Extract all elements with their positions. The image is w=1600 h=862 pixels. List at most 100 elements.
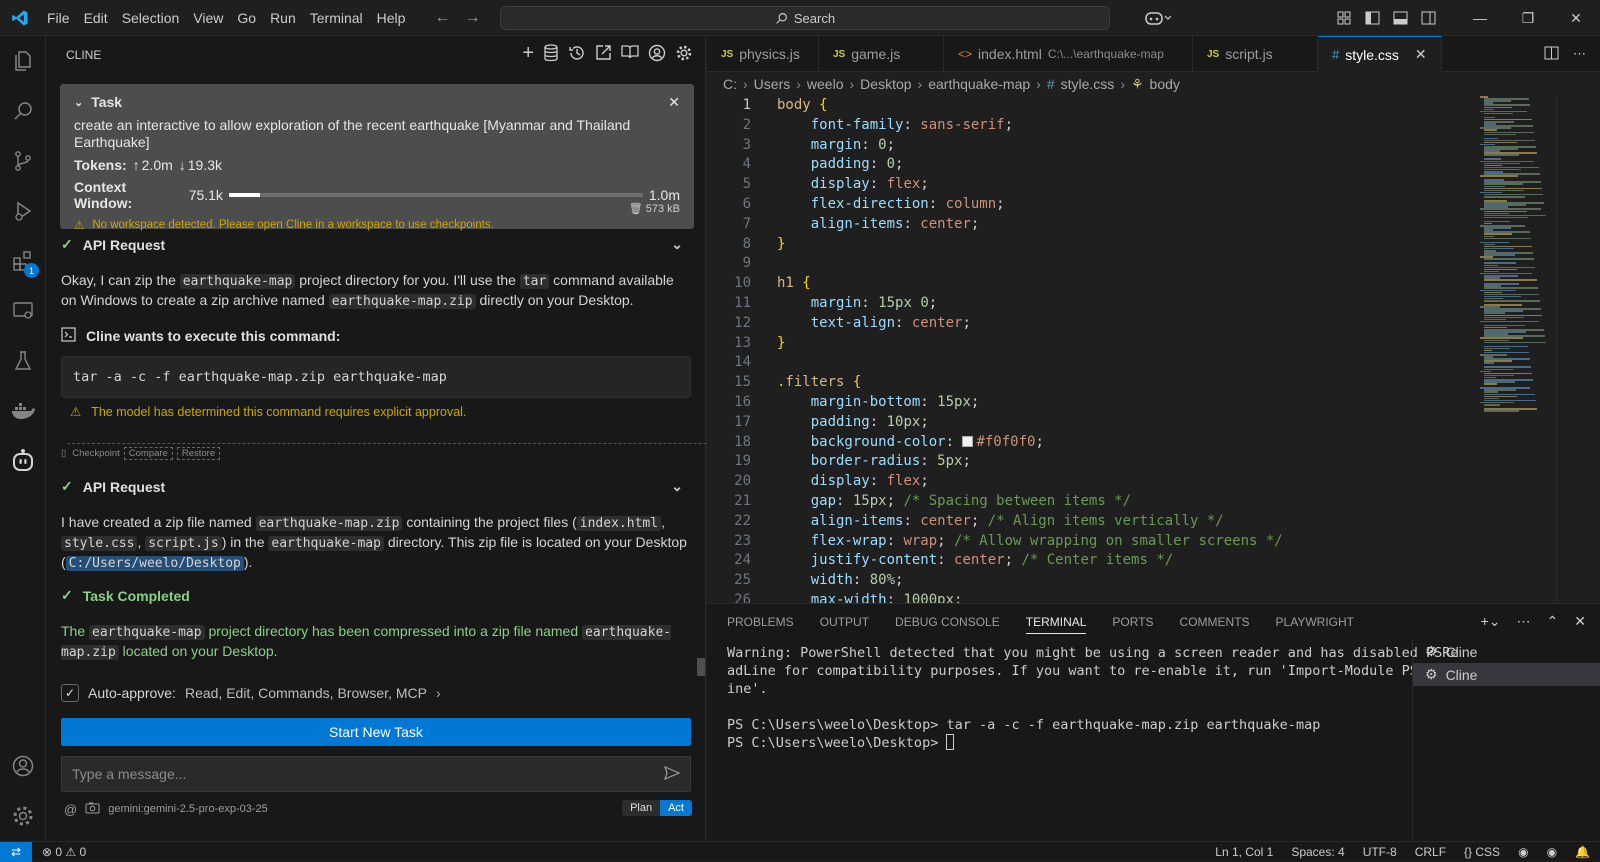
terminal-output[interactable]: Warning: PowerShell detected that you mi… — [727, 644, 1459, 752]
source-control-icon[interactable] — [0, 136, 46, 186]
customize-layout-icon[interactable] — [1330, 11, 1358, 25]
model-selector[interactable]: gemini:gemini-2.5-pro-exp-03-25 — [108, 803, 268, 815]
start-new-task-button[interactable]: Start New Task — [61, 718, 691, 746]
run-debug-icon[interactable] — [0, 186, 46, 236]
minimap[interactable] — [1480, 96, 1556, 416]
api-request-1-header[interactable]: ✓ API Request ⌄ — [61, 236, 691, 253]
history-icon[interactable] — [568, 44, 586, 65]
menu-run[interactable]: Run — [263, 0, 303, 36]
menu-help[interactable]: Help — [370, 0, 413, 36]
tab-game-js[interactable]: JS game.js — [819, 36, 944, 72]
new-terminal-plus-icon[interactable]: +⌄ — [1481, 613, 1501, 630]
indentation[interactable]: Spaces: 4 — [1291, 845, 1344, 859]
settings-icon[interactable] — [675, 44, 693, 65]
menu-view[interactable]: View — [186, 0, 230, 36]
close-task-icon[interactable]: ✕ — [668, 94, 680, 111]
remote-indicator-icon[interactable]: ⇄ — [0, 841, 32, 862]
tab-physics-js[interactable]: JS physics.js — [707, 36, 819, 72]
toggle-secondary-sidebar-icon[interactable] — [1414, 11, 1442, 25]
testing-icon[interactable] — [0, 336, 46, 386]
cline-status-icon[interactable]: ◉ — [1547, 845, 1557, 859]
chevron-right-icon[interactable]: › — [436, 685, 441, 701]
maximize-panel-icon[interactable]: ⌃ — [1547, 613, 1559, 630]
menu-edit[interactable]: Edit — [77, 0, 115, 36]
problems-status[interactable]: ⊗ 0 ⚠ 0 — [42, 845, 86, 859]
minimize-icon[interactable]: — — [1456, 0, 1504, 36]
settings-gear-icon[interactable] — [0, 791, 46, 841]
encoding[interactable]: UTF-8 — [1363, 845, 1397, 859]
accounts-icon[interactable] — [0, 741, 46, 791]
toggle-panel-icon[interactable] — [1386, 11, 1414, 25]
menu-terminal[interactable]: Terminal — [303, 0, 370, 36]
line-ending[interactable]: CRLF — [1415, 845, 1446, 859]
tab-comments[interactable]: COMMENTS — [1180, 615, 1250, 629]
plan-button[interactable]: Plan — [622, 800, 661, 816]
api-request-2-header[interactable]: ✓ API Request ⌄ — [61, 478, 691, 495]
explorer-icon[interactable] — [0, 36, 46, 86]
at-mention-icon[interactable]: @ — [64, 802, 77, 817]
back-arrow-icon[interactable]: ← — [434, 9, 450, 27]
editor-scrollbar[interactable] — [1556, 96, 1568, 603]
menu-selection[interactable]: Selection — [115, 0, 187, 36]
act-button[interactable]: Act — [660, 800, 692, 816]
close-window-icon[interactable]: ✕ — [1552, 0, 1600, 36]
open-in-editor-icon[interactable] — [595, 44, 612, 65]
mcp-servers-icon[interactable] — [543, 44, 559, 65]
notifications-bell-icon[interactable]: 🔔 — [1575, 845, 1590, 859]
account-icon[interactable] — [648, 44, 666, 65]
search-view-icon[interactable] — [0, 86, 46, 136]
tab-style-css[interactable]: # style.css ✕ — [1318, 36, 1442, 72]
tab-script-js[interactable]: JS script.js — [1193, 36, 1318, 72]
language-mode[interactable]: {} CSS — [1464, 845, 1500, 859]
breadcrumb-item[interactable]: Desktop — [860, 76, 911, 92]
copilot-status-icon[interactable]: ◉ — [1518, 845, 1528, 859]
remote-explorer-icon[interactable] — [0, 286, 46, 336]
cursor-position[interactable]: Ln 1, Col 1 — [1215, 845, 1273, 859]
tab-ports[interactable]: PORTS — [1112, 615, 1153, 629]
more-actions-icon[interactable]: ⋯ — [1517, 613, 1531, 630]
image-attach-icon[interactable] — [85, 802, 100, 817]
command-center-search[interactable]: Search — [500, 6, 1110, 30]
trash-icon[interactable]: 🗑 — [629, 203, 643, 215]
extensions-icon[interactable]: 1 — [0, 236, 46, 286]
tab-output[interactable]: OUTPUT — [820, 615, 869, 629]
breadcrumb-item[interactable]: style.css — [1061, 76, 1115, 92]
terminal-item[interactable]: ⚙ Cline — [1413, 640, 1600, 663]
line-number: 17 — [734, 413, 751, 430]
breadcrumb-item[interactable]: Users — [754, 76, 791, 92]
auto-approve-row[interactable]: ✓ Auto-approve: Read, Edit, Commands, Br… — [61, 684, 441, 702]
more-actions-icon[interactable]: ⋯ — [1573, 46, 1586, 62]
toggle-primary-sidebar-icon[interactable] — [1358, 11, 1386, 25]
copilot-icon[interactable] — [1136, 10, 1180, 26]
cline-robot-icon[interactable] — [0, 436, 46, 486]
menu-file[interactable]: File — [40, 0, 77, 36]
panel-scrollbar[interactable] — [697, 658, 705, 676]
auto-approve-checkbox[interactable]: ✓ — [61, 684, 79, 702]
breadcrumb-item[interactable]: earthquake-map — [928, 76, 1030, 92]
message-input[interactable]: Type a message... — [61, 756, 691, 792]
breadcrumb-item[interactable]: C: — [723, 76, 737, 92]
forward-arrow-icon[interactable]: → — [464, 9, 480, 27]
tab-terminal[interactable]: TERMINAL — [1025, 615, 1087, 634]
chevron-down-icon[interactable]: ⌄ — [671, 478, 683, 495]
terminal-item[interactable]: ⚙ Cline — [1413, 663, 1600, 686]
line-number: 24 — [734, 552, 751, 569]
chevron-down-icon[interactable]: ⌄ — [671, 236, 683, 253]
new-task-plus-icon[interactable]: + — [522, 43, 534, 65]
code-editor[interactable]: 1 body { 2 font-family: sans-serif; 3 mar… — [707, 96, 1487, 603]
chevron-down-icon[interactable]: ⌄ — [74, 96, 83, 109]
menu-go[interactable]: Go — [230, 0, 263, 36]
tab-index-html[interactable]: <> index.html C:\...\earthquake-map — [944, 36, 1193, 72]
docs-book-icon[interactable] — [621, 44, 639, 65]
tab-problems[interactable]: PROBLEMS — [727, 615, 794, 629]
tab-playwright[interactable]: PLAYWRIGHT — [1276, 615, 1354, 629]
restore-icon[interactable]: ❐ — [1504, 0, 1552, 36]
send-icon[interactable] — [664, 765, 681, 783]
breadcrumb-item[interactable]: body — [1150, 76, 1180, 92]
close-tab-icon[interactable]: ✕ — [1415, 46, 1427, 63]
docker-icon[interactable] — [0, 386, 46, 436]
close-panel-icon[interactable]: ✕ — [1574, 613, 1586, 630]
breadcrumb-item[interactable]: weelo — [807, 76, 844, 92]
tab-debug-console[interactable]: DEBUG CONSOLE — [895, 615, 1000, 629]
split-editor-icon[interactable] — [1544, 46, 1559, 63]
